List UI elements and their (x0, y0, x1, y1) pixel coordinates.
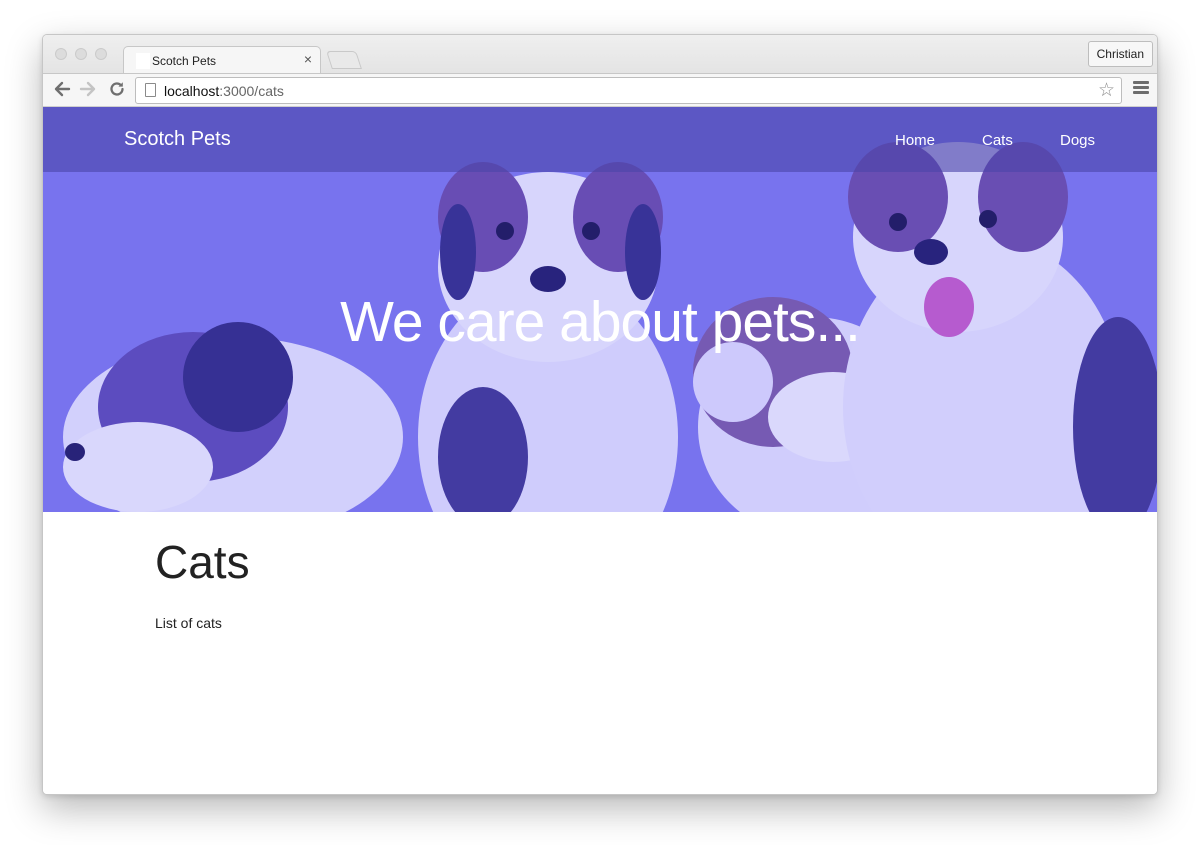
browser-window: Scotch Pets × Christian localhost:3000/c… (42, 34, 1158, 795)
browser-tab[interactable]: Scotch Pets × (123, 46, 321, 74)
favicon-icon (136, 53, 150, 69)
site-navbar: Scotch Pets Home Cats Dogs (43, 107, 1157, 172)
nav-link-cats[interactable]: Cats (982, 132, 1013, 149)
window-maximize-icon[interactable] (95, 48, 107, 60)
tab-strip: Scotch Pets × Christian (43, 35, 1157, 74)
url-text[interactable]: localhost:3000/cats (164, 83, 284, 99)
site-brand[interactable]: Scotch Pets (124, 128, 231, 151)
hamburger-menu-icon[interactable] (1133, 81, 1149, 95)
browser-toolbar: localhost:3000/cats ☆ (43, 73, 1157, 107)
window-minimize-icon[interactable] (75, 48, 87, 60)
new-tab-button[interactable] (326, 51, 362, 69)
page-description: List of cats (155, 615, 222, 631)
hero-banner: Scotch Pets Home Cats Dogs We care about… (43, 107, 1157, 512)
back-arrow-icon[interactable] (51, 79, 73, 101)
page-icon (145, 83, 156, 97)
address-bar[interactable]: localhost:3000/cats ☆ (135, 77, 1122, 104)
forward-arrow-icon[interactable] (77, 79, 99, 101)
tab-close-icon[interactable]: × (304, 51, 312, 67)
bookmark-star-icon[interactable]: ☆ (1098, 79, 1115, 102)
nav-link-dogs[interactable]: Dogs (1060, 132, 1095, 149)
reload-icon[interactable] (106, 79, 128, 101)
nav-link-home[interactable]: Home (895, 132, 935, 149)
main-content: Cats List of cats (155, 535, 250, 631)
profile-button[interactable]: Christian (1087, 41, 1153, 67)
page-viewport: Scotch Pets Home Cats Dogs We care about… (43, 107, 1157, 794)
tab-title: Scotch Pets (152, 54, 217, 68)
page-title: Cats (155, 536, 250, 588)
hero-heading: We care about pets... (340, 290, 861, 354)
window-close-icon[interactable] (55, 48, 67, 60)
